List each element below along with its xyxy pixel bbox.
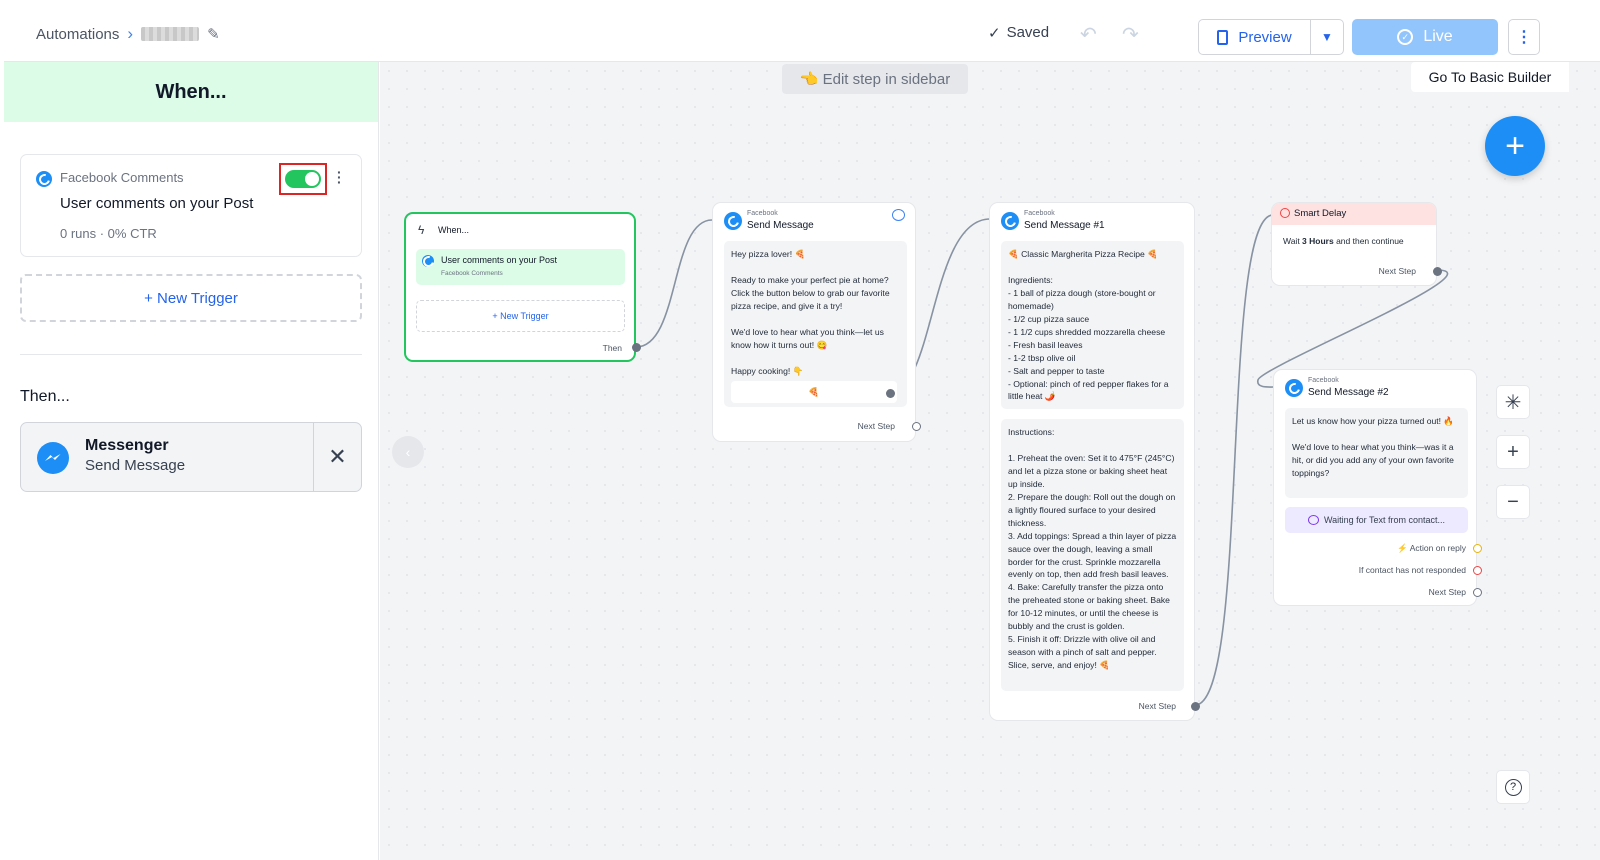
then-port[interactable] bbox=[632, 343, 641, 352]
when-node-trigger-source: Facebook Comments bbox=[441, 270, 503, 277]
waiting-for-reply[interactable]: Waiting for Text from contact... bbox=[1285, 507, 1468, 533]
sidebar: When... Facebook Comments User comments … bbox=[4, 62, 379, 860]
clock-icon bbox=[1280, 208, 1290, 218]
divider bbox=[20, 354, 362, 355]
save-status: ✓ Saved bbox=[988, 24, 1049, 42]
then-label: Then... bbox=[20, 388, 70, 405]
when-node[interactable]: ϟ When... User comments on your Post Fac… bbox=[404, 212, 641, 362]
next-step-label: Next Step bbox=[1378, 266, 1416, 276]
check-circle-icon: ✓ bbox=[1397, 29, 1414, 45]
trigger-card[interactable]: Facebook Comments User comments on your … bbox=[20, 154, 362, 257]
smart-delay-title: Smart Delay bbox=[1294, 208, 1347, 219]
messenger-icon bbox=[1285, 379, 1303, 397]
flow-canvas[interactable]: 👈 Edit step in sidebar Go To Basic Build… bbox=[380, 62, 1600, 860]
when-node-title: When... bbox=[438, 225, 470, 235]
magic-wand-icon[interactable]: ✳ bbox=[1496, 385, 1530, 419]
message-button[interactable]: 🍕 bbox=[731, 381, 897, 403]
lightning-icon: ϟ bbox=[418, 223, 425, 237]
preview-button-group: Preview ▼ bbox=[1198, 19, 1344, 55]
next-step-label: Next Step bbox=[1138, 701, 1176, 711]
more-options-icon[interactable]: · · · bbox=[337, 165, 342, 189]
when-node-new-trigger[interactable]: + New Trigger bbox=[416, 300, 625, 332]
action-on-reply-port[interactable] bbox=[1473, 544, 1482, 553]
next-step-port[interactable] bbox=[912, 422, 921, 431]
automation-name-redacted bbox=[141, 27, 200, 41]
top-bar: Automations › ✎ ✓ Saved ↶ ↷ Preview ▼ ✓ … bbox=[4, 4, 1600, 62]
breadcrumb-automations[interactable]: Automations bbox=[36, 26, 119, 43]
node-title: Send Message #2 bbox=[1308, 387, 1389, 398]
delay-text: Wait 3 Hours and then continue bbox=[1283, 236, 1404, 246]
more-options-icon[interactable]: ⋮ bbox=[1508, 19, 1540, 55]
chevron-left-icon[interactable]: ‹ bbox=[392, 436, 424, 468]
preview-button[interactable]: Preview bbox=[1199, 20, 1311, 54]
preview-label: Preview bbox=[1238, 28, 1292, 46]
undo-icon[interactable]: ↶ bbox=[1080, 22, 1097, 47]
chevron-right-icon: › bbox=[127, 24, 134, 43]
messenger-icon bbox=[1001, 212, 1019, 230]
live-label: Live bbox=[1423, 28, 1453, 45]
when-node-trigger[interactable]: User comments on your Post Facebook Comm… bbox=[416, 249, 625, 285]
node-channel: Facebook bbox=[1024, 210, 1055, 217]
new-trigger-button[interactable]: + New Trigger bbox=[20, 274, 362, 322]
trigger-toggle[interactable] bbox=[285, 170, 321, 188]
waiting-label: Waiting for Text from contact... bbox=[1323, 515, 1446, 525]
zoom-out-icon[interactable]: − bbox=[1496, 485, 1530, 519]
help-icon[interactable]: ? bbox=[1496, 770, 1530, 804]
trigger-title: User comments on your Post bbox=[60, 195, 254, 212]
edit-step-hint: 👈 Edit step in sidebar bbox=[782, 64, 968, 94]
zoom-in-icon[interactable]: + bbox=[1496, 435, 1530, 469]
live-button[interactable]: ✓ Live bbox=[1352, 19, 1498, 55]
smart-delay-header: Smart Delay bbox=[1272, 203, 1436, 225]
sidebar-heading: When... bbox=[4, 62, 378, 122]
action-title: Messenger bbox=[85, 437, 169, 454]
instructions-text[interactable]: Instructions: 1. Preheat the oven: Set i… bbox=[1001, 419, 1184, 691]
add-step-button[interactable]: + bbox=[1485, 116, 1545, 176]
message-text[interactable]: Let us know how your pizza turned out! 🔥… bbox=[1285, 408, 1468, 498]
smart-delay-node[interactable]: Smart Delay Wait 3 Hours and then contin… bbox=[1271, 202, 1442, 286]
send-message-node[interactable]: Facebook Send Message Hey pizza lover! 🍕… bbox=[712, 202, 921, 442]
saved-label: Saved bbox=[1006, 24, 1050, 41]
trigger-source: Facebook Comments bbox=[60, 170, 184, 185]
action-on-reply-label: ⚡ Action on reply bbox=[1397, 543, 1466, 553]
breadcrumb: Automations › ✎ bbox=[36, 24, 220, 44]
not-responded-port[interactable] bbox=[1473, 566, 1482, 575]
send-message-2-node[interactable]: Facebook Send Message #2 Let us know how… bbox=[1273, 369, 1482, 606]
action-card[interactable]: Messenger Send Message ✕ bbox=[20, 422, 362, 492]
node-title: Send Message #1 bbox=[1024, 220, 1105, 231]
next-step-port[interactable] bbox=[1473, 588, 1482, 597]
node-channel: Facebook bbox=[747, 210, 778, 217]
next-step-label: Next Step bbox=[857, 421, 895, 431]
when-node-trigger-title: User comments on your Post bbox=[441, 255, 558, 265]
trigger-toggle-highlight bbox=[279, 163, 327, 195]
recipe-text[interactable]: 🍕 Classic Margherita Pizza Recipe 🍕 Ingr… bbox=[1001, 241, 1184, 409]
messenger-icon bbox=[724, 212, 742, 230]
redo-icon[interactable]: ↷ bbox=[1122, 22, 1139, 47]
pencil-icon[interactable]: ✎ bbox=[207, 25, 220, 43]
phone-icon bbox=[1217, 29, 1229, 45]
not-responded-label: If contact has not responded bbox=[1358, 565, 1466, 575]
node-title: Send Message bbox=[747, 220, 814, 231]
then-port-label: Then bbox=[602, 343, 622, 353]
action-subtitle: Send Message bbox=[85, 457, 186, 474]
messenger-icon bbox=[37, 442, 69, 474]
go-to-basic-builder-button[interactable]: Go To Basic Builder bbox=[1411, 62, 1569, 92]
messenger-icon bbox=[422, 255, 434, 267]
button-port[interactable] bbox=[886, 389, 895, 398]
next-step-port[interactable] bbox=[1433, 267, 1442, 276]
close-icon[interactable]: ✕ bbox=[313, 423, 361, 491]
chevron-down-icon[interactable]: ▼ bbox=[1311, 20, 1343, 54]
trigger-stats: 0 runs · 0% CTR bbox=[60, 226, 157, 241]
chat-bubble-icon bbox=[1307, 515, 1319, 525]
messenger-icon bbox=[36, 171, 52, 187]
node-channel: Facebook bbox=[1308, 377, 1339, 384]
chat-bubble-icon[interactable] bbox=[892, 209, 905, 221]
next-step-port[interactable] bbox=[1191, 702, 1200, 711]
send-message-1-node[interactable]: Facebook Send Message #1 🍕 Classic Margh… bbox=[989, 202, 1200, 721]
check-icon: ✓ bbox=[988, 25, 1001, 42]
next-step-label: Next Step bbox=[1428, 587, 1466, 597]
